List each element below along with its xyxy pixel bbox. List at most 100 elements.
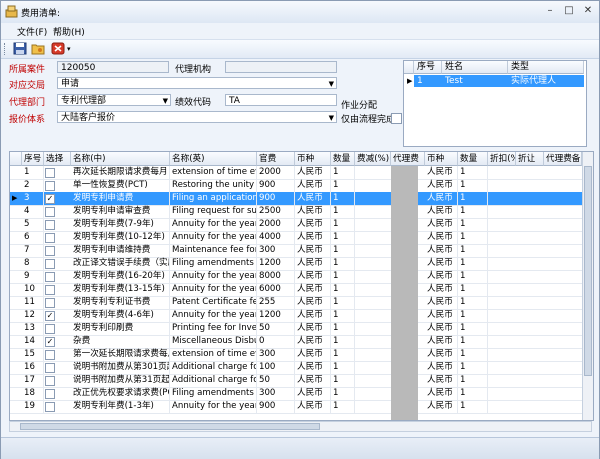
cell-currency[interactable]: 人民币 — [295, 283, 331, 296]
cell-agency-qty[interactable]: 1 — [458, 192, 488, 205]
cell-agency-currency[interactable]: 人民币 — [425, 322, 458, 335]
toolbar-grip[interactable] — [4, 43, 7, 55]
chevron-down-icon[interactable]: ▼ — [329, 112, 334, 124]
cell-name-cn[interactable]: 发明专利年费(4-6年) — [71, 309, 170, 322]
cell-agency-currency[interactable]: 人民币 — [425, 374, 458, 387]
cell-currency[interactable]: 人民币 — [295, 322, 331, 335]
cell-name-en[interactable]: Filing amendments to — [170, 387, 257, 400]
cell-agency-currency[interactable]: 人民币 — [425, 335, 458, 348]
cell-agency-qty[interactable]: 1 — [458, 166, 488, 179]
cell-official-fee[interactable]: 50 — [257, 374, 295, 387]
cell-row-no[interactable]: 9 — [22, 270, 44, 283]
fee-col-agency-qty[interactable]: 数量 — [458, 152, 488, 166]
cell-agency-currency[interactable]: 人民币 — [425, 231, 458, 244]
cell-agency-qty[interactable]: 1 — [458, 335, 488, 348]
select-checkbox[interactable] — [45, 168, 55, 178]
cell-agency-qty[interactable]: 1 — [458, 374, 488, 387]
fee-col-agency-fee-remark[interactable]: 代理费备 — [544, 152, 582, 166]
cell-currency[interactable]: 人民币 — [295, 374, 331, 387]
cell-currency[interactable]: 人民币 — [295, 309, 331, 322]
cell-qty[interactable]: 1 — [331, 231, 355, 244]
fee-col-no[interactable]: 序号 — [22, 152, 44, 166]
cell-official-fee[interactable]: 300 — [257, 244, 295, 257]
select-checkbox[interactable] — [45, 298, 55, 308]
cell-name-en[interactable]: Filing amendments to — [170, 257, 257, 270]
cell-name-cn[interactable]: 发明专利申请审查费 — [71, 205, 170, 218]
cell-row-no[interactable]: 19 — [22, 400, 44, 413]
table-row[interactable]: 1再次延长期限请求费每月extension of time ever2000人民… — [10, 166, 582, 180]
cell-agency-qty[interactable]: 1 — [458, 244, 488, 257]
cell-qty[interactable]: 1 — [331, 322, 355, 335]
cell-official-fee[interactable]: 1200 — [257, 309, 295, 322]
cell-row-no[interactable]: 13 — [22, 322, 44, 335]
cell-official-fee[interactable]: 2000 — [257, 166, 295, 179]
cell-agency-currency[interactable]: 人民币 — [425, 309, 458, 322]
cell-official-fee[interactable]: 300 — [257, 387, 295, 400]
select-checkbox[interactable] — [45, 220, 55, 230]
cell-official-fee[interactable]: 1200 — [257, 257, 295, 270]
vertical-scroll-thumb[interactable] — [584, 166, 592, 376]
cell-agency-qty[interactable]: 1 — [458, 231, 488, 244]
cell-agency-currency[interactable]: 人民币 — [425, 348, 458, 361]
cell-row-no[interactable]: 12 — [22, 309, 44, 322]
cell-name-en[interactable]: Annuity for the year in — [170, 283, 257, 296]
cell-name-en[interactable]: Restoring the unity fo — [170, 179, 257, 192]
cell-row-no[interactable]: 14 — [22, 335, 44, 348]
minimize-icon[interactable]: – — [543, 5, 557, 18]
cell-official-fee[interactable]: 900 — [257, 192, 295, 205]
table-row[interactable]: 9发明专利年费(16-20年)Annuity for the year in80… — [10, 270, 582, 284]
cell-agency-currency[interactable]: 人民币 — [425, 244, 458, 257]
cell-agency-qty[interactable]: 1 — [458, 270, 488, 283]
chevron-down-icon[interactable]: ▼ — [329, 78, 334, 90]
fee-col-qty[interactable]: 数量 — [331, 152, 355, 166]
cell-row-no[interactable]: 8 — [22, 257, 44, 270]
table-row[interactable]: 4发明专利申请审查费Filing request for subs2500人民币… — [10, 205, 582, 219]
dept-select[interactable]: 专利代理部 ▼ — [57, 94, 171, 106]
toolbar-overflow-icon[interactable]: ▾ — [67, 45, 71, 53]
cell-row-no[interactable]: 2 — [22, 179, 44, 192]
cell-row-no[interactable]: 17 — [22, 374, 44, 387]
fee-col-name-en[interactable]: 名称(英) — [170, 152, 257, 166]
cell-qty[interactable]: 1 — [331, 296, 355, 309]
agent-col-no[interactable]: 序号 — [414, 61, 442, 74]
cell-qty[interactable]: 1 — [331, 257, 355, 270]
cell-currency[interactable]: 人民币 — [295, 400, 331, 413]
cell-agency-currency[interactable]: 人民币 — [425, 361, 458, 374]
fee-col-fee-reduction[interactable]: 费减(%) — [355, 152, 391, 166]
pricing-select[interactable]: 大陆客户报价 ▼ — [57, 111, 337, 123]
chevron-down-icon[interactable]: ▼ — [163, 95, 168, 107]
fee-col-select[interactable]: 选择 — [44, 152, 71, 166]
select-checkbox[interactable] — [45, 259, 55, 269]
cell-name-en[interactable]: extension of time ever — [170, 166, 257, 179]
vertical-scrollbar[interactable] — [582, 152, 594, 420]
cell-agency-currency[interactable]: 人民币 — [425, 166, 458, 179]
stage-select[interactable]: 申请 ▼ — [57, 77, 337, 89]
select-checkbox[interactable]: ✓ — [45, 194, 55, 204]
agency-field[interactable] — [225, 61, 337, 73]
cell-qty[interactable]: 1 — [331, 283, 355, 296]
cell-name-cn[interactable]: 发明专利年费(1-3年) — [71, 400, 170, 413]
cell-name-en[interactable]: Patent Certificate fee — [170, 296, 257, 309]
cell-agency-qty[interactable]: 1 — [458, 205, 488, 218]
table-row[interactable]: ▶3发明专利申请费Filing an application fo900人民币1… — [10, 192, 582, 206]
cell-official-fee[interactable]: 2500 — [257, 205, 295, 218]
cell-agency-currency[interactable]: 人民币 — [425, 257, 458, 270]
fee-col-official-fee[interactable]: 官费 — [257, 152, 295, 166]
cell-agency-currency[interactable]: 人民币 — [425, 192, 458, 205]
save-icon[interactable] — [13, 42, 27, 55]
agent-row[interactable]: ▶ 1 Test 实际代理人 — [404, 75, 584, 87]
cell-qty[interactable]: 1 — [331, 166, 355, 179]
table-row[interactable]: 12发明专利年费(4-6年)Annuity for the year in120… — [10, 309, 582, 323]
agent-col-name[interactable]: 姓名 — [442, 61, 508, 74]
select-checkbox[interactable] — [45, 324, 55, 334]
cell-agency-currency[interactable]: 人民币 — [425, 400, 458, 413]
cell-name-cn[interactable]: 改正译文错误手续费（实质 — [71, 257, 170, 270]
menu-help[interactable]: 帮助(H) — [53, 25, 85, 38]
maximize-icon[interactable]: □ — [562, 5, 576, 18]
cell-currency[interactable]: 人民币 — [295, 192, 331, 205]
cell-qty[interactable]: 1 — [331, 361, 355, 374]
cell-name-en[interactable]: Annuity for the year in — [170, 400, 257, 413]
cell-official-fee[interactable]: 900 — [257, 400, 295, 413]
cell-official-fee[interactable]: 0 — [257, 335, 295, 348]
cell-name-cn[interactable]: 发明专利印刷费 — [71, 322, 170, 335]
